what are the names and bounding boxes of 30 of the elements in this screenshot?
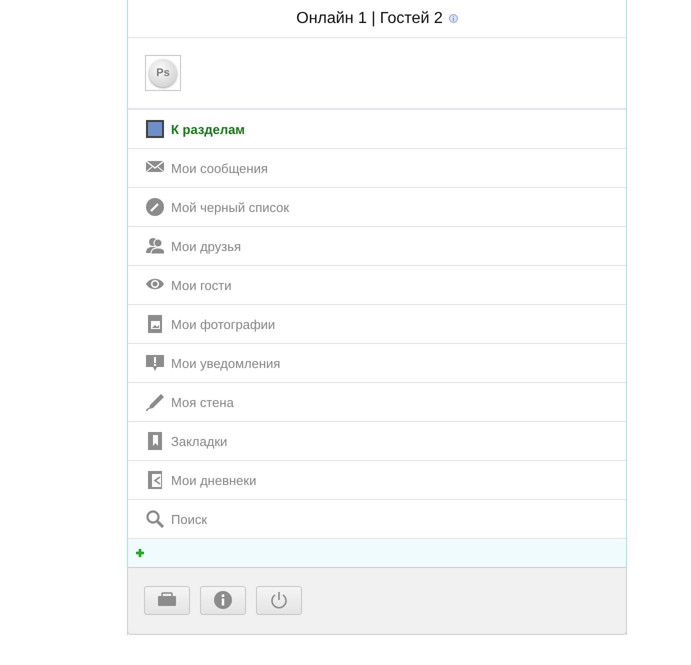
briefcase-button[interactable] xyxy=(144,586,190,614)
search-icon xyxy=(146,510,164,528)
avatar[interactable]: Ps xyxy=(145,55,181,91)
info-icon xyxy=(214,591,232,609)
menu-link[interactable]: Мои друзья xyxy=(171,238,242,254)
menu-link[interactable]: Мои дневнеки xyxy=(171,472,256,488)
menu-link[interactable]: Моя стена xyxy=(171,394,234,410)
menu-link[interactable]: Закладки xyxy=(171,434,228,448)
pencil-circle-icon xyxy=(146,198,164,216)
menu-link[interactable]: Мои гости xyxy=(171,278,232,292)
sections-link[interactable]: К разделам xyxy=(171,122,245,136)
square-icon xyxy=(146,120,164,138)
diary-icon xyxy=(146,471,164,489)
pen-icon xyxy=(146,393,164,411)
menu-link[interactable]: Мои уведомления xyxy=(171,356,280,370)
exclamation-icon xyxy=(146,354,164,372)
info-button[interactable] xyxy=(200,586,246,614)
briefcase-icon xyxy=(158,591,176,609)
info-icon xyxy=(448,14,458,23)
bookmark-icon xyxy=(146,432,164,450)
online-count: Онлайн 1 | Гостей 2 xyxy=(296,10,443,28)
photo-frame-icon xyxy=(146,315,164,333)
menu-link[interactable]: Мой черный список xyxy=(171,200,290,214)
menu-link[interactable]: Мои сообщения xyxy=(171,160,268,176)
menu-link[interactable]: Поиск xyxy=(171,512,208,526)
power-icon xyxy=(270,591,288,609)
people-icon xyxy=(146,237,164,255)
menu-link[interactable]: Мои фотографии xyxy=(171,316,276,332)
plus-icon xyxy=(136,549,144,557)
power-button[interactable] xyxy=(256,586,302,614)
